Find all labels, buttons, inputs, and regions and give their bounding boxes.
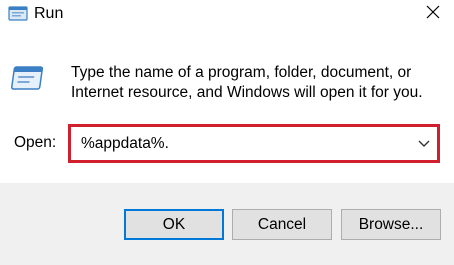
chevron-down-icon [418, 135, 430, 153]
close-button[interactable] [412, 0, 454, 28]
run-dialog: Run Type the name of a program, folder, … [0, 0, 454, 265]
run-dialog-icon [10, 64, 47, 94]
open-input[interactable] [81, 127, 401, 160]
open-label: Open: [14, 134, 57, 151]
window-title: Run [34, 5, 64, 22]
dialog-description: Type the name of a program, folder, docu… [71, 64, 423, 101]
open-dropdown-button[interactable] [413, 127, 435, 160]
run-app-icon [7, 3, 29, 25]
ok-button[interactable]: OK [124, 209, 224, 240]
browse-button[interactable]: Browse... [341, 209, 441, 240]
cancel-button[interactable]: Cancel [232, 209, 332, 240]
close-icon [426, 5, 440, 24]
dialog-body: Type the name of a program, folder, docu… [0, 30, 454, 183]
title-bar[interactable]: Run [0, 0, 454, 30]
button-bar: OK Cancel Browse... [0, 183, 454, 265]
open-combobox[interactable] [68, 124, 440, 163]
